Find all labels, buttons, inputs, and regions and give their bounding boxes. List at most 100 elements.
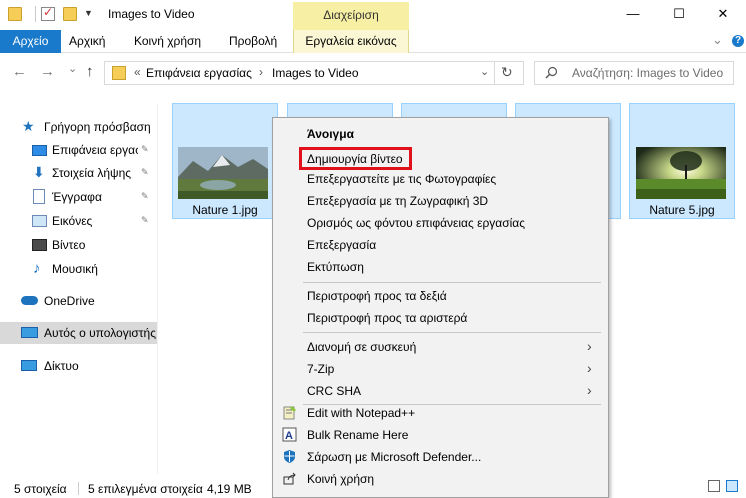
- defender-icon: [282, 449, 297, 464]
- sidebar-item-network[interactable]: Δίκτυο: [0, 355, 157, 377]
- back-button[interactable]: ←: [12, 63, 27, 80]
- menu-item-edit[interactable]: Επεξεργασία: [273, 234, 608, 256]
- menu-item-bulk-rename[interactable]: A Bulk Rename Here: [273, 424, 608, 446]
- search-input[interactable]: Αναζήτηση: Images to Video: [534, 61, 734, 85]
- file-name: Nature 1.jpg: [192, 203, 258, 217]
- sidebar-item-label: Δίκτυο: [44, 359, 79, 373]
- file-name: Nature 5.jpg: [649, 203, 715, 217]
- menu-item-label: Επεξεργαστείτε με τις Φωτογραφίες: [307, 172, 497, 186]
- large-icons-view-icon[interactable]: [726, 480, 738, 492]
- sidebar-item-label: Εικόνες: [52, 214, 93, 228]
- pin-icon[interactable]: ✎: [141, 144, 149, 155]
- breadcrumb-overflow[interactable]: «: [134, 65, 141, 79]
- thumbnail-image: [178, 147, 268, 199]
- file-item-nature-5[interactable]: Nature 5.jpg: [629, 103, 735, 219]
- up-button[interactable]: ↑: [86, 63, 94, 80]
- sidebar-item-label: Έγγραφα: [52, 190, 102, 204]
- menu-item-notepadpp[interactable]: Edit with Notepad++: [273, 402, 608, 424]
- tab-view[interactable]: Προβολή: [221, 30, 285, 53]
- forward-button[interactable]: →: [40, 63, 55, 80]
- menu-item-label: Άνοιγμα: [307, 127, 354, 141]
- menu-item-label: CRC SHA: [307, 384, 362, 398]
- status-separator: [78, 482, 79, 495]
- sidebar-item-desktop[interactable]: Επιφάνεια εργασ ✎: [0, 139, 157, 161]
- sidebar-item-documents[interactable]: Έγγραφα ✎: [0, 186, 157, 208]
- documents-icon: [33, 189, 45, 204]
- tab-manage[interactable]: Διαχείριση: [293, 2, 409, 31]
- address-dropdown-icon[interactable]: ⌄: [480, 65, 489, 78]
- cloud-icon: [21, 296, 38, 305]
- pin-icon[interactable]: ✎: [141, 215, 149, 226]
- recent-locations-button[interactable]: ⌄: [68, 62, 77, 75]
- expand-ribbon-icon[interactable]: ⌄: [712, 32, 723, 48]
- menu-item-label: Σάρωση με Microsoft Defender...: [307, 450, 482, 464]
- svg-text:A: A: [285, 430, 293, 442]
- menu-item-crc-sha[interactable]: CRC SHA ›: [273, 380, 608, 402]
- chevron-right-icon: ›: [587, 338, 592, 354]
- music-icon: ♪: [33, 260, 41, 277]
- download-icon: ⬇: [33, 164, 45, 180]
- file-item-nature-1[interactable]: Nature 1.jpg: [172, 103, 278, 219]
- menu-item-label: Περιστροφή προς τα δεξιά: [307, 289, 447, 303]
- menu-item-cast-to-device[interactable]: Διανομή σε συσκευή ›: [273, 336, 608, 358]
- menu-item-label: Επεξεργασία με τη Ζωγραφική 3D: [307, 194, 489, 208]
- close-button[interactable]: ✕: [700, 0, 746, 30]
- sidebar-item-this-pc[interactable]: Αυτός ο υπολογιστής: [0, 322, 157, 344]
- window-title: Images to Video: [108, 7, 195, 21]
- menu-item-label: Εκτύπωση: [307, 260, 364, 274]
- details-view-icon[interactable]: [708, 480, 720, 492]
- sidebar-item-music[interactable]: ♪ Μουσική: [0, 258, 157, 280]
- new-folder-icon[interactable]: [63, 7, 77, 21]
- search-placeholder: Αναζήτηση: Images to Video: [572, 66, 724, 80]
- tab-picture-tools[interactable]: Εργαλεία εικόνας: [293, 30, 409, 53]
- menu-item-set-wallpaper[interactable]: Ορισμός ως φόντου επιφάνειας εργασίας: [273, 212, 608, 234]
- status-item-count: 5 στοιχεία: [14, 482, 67, 496]
- status-selection: 5 επιλεγμένα στοιχεία: [88, 482, 203, 496]
- menu-separator: [303, 282, 601, 283]
- chevron-right-icon: ›: [587, 360, 592, 376]
- pin-icon[interactable]: ✎: [141, 167, 149, 178]
- ribbon-tabs: Αρχείο Αρχική Κοινή χρήση Προβολή Εργαλε…: [0, 30, 746, 53]
- menu-item-label: Διανομή σε συσκευή: [307, 340, 417, 354]
- quick-access-dropdown-icon[interactable]: ▼: [84, 8, 93, 18]
- separator: [35, 6, 36, 22]
- sidebar-item-pictures[interactable]: Εικόνες ✎: [0, 210, 157, 232]
- menu-item-7zip[interactable]: 7-Zip ›: [273, 358, 608, 380]
- sidebar-item-quick-access[interactable]: ★ Γρήγορη πρόσβαση: [0, 116, 157, 138]
- maximize-button[interactable]: ☐: [656, 0, 702, 30]
- menu-item-label: Περιστροφή προς τα αριστερά: [307, 311, 468, 325]
- breadcrumb-desktop[interactable]: Επιφάνεια εργασίας: [146, 66, 252, 80]
- menu-item-rotate-right[interactable]: Περιστροφή προς τα δεξιά: [273, 285, 608, 307]
- status-size: 4,19 MB: [207, 482, 252, 496]
- highlight-box: [299, 147, 412, 170]
- pictures-icon: [32, 215, 47, 227]
- sidebar-item-downloads[interactable]: ⬇ Στοιχεία λήψης ✎: [0, 162, 157, 184]
- title-bar: ▼ Images to Video Διαχείριση — ☐ ✕: [0, 0, 746, 31]
- menu-item-edit-photos[interactable]: Επεξεργαστείτε με τις Φωτογραφίες: [273, 168, 608, 190]
- help-icon[interactable]: ?: [732, 35, 744, 47]
- refresh-icon[interactable]: ↻: [501, 64, 513, 81]
- menu-item-defender-scan[interactable]: Σάρωση με Microsoft Defender...: [273, 446, 608, 468]
- address-bar[interactable]: « Επιφάνεια εργασίας › Images to Video ⌄…: [104, 61, 524, 85]
- tab-file[interactable]: Αρχείο: [0, 30, 61, 53]
- menu-item-label: Edit with Notepad++: [307, 406, 416, 420]
- context-menu: Άνοιγμα Δημιουργία βίντεο Επεξεργαστείτε…: [272, 117, 609, 498]
- pin-icon[interactable]: ✎: [141, 191, 149, 202]
- sidebar-item-onedrive[interactable]: OneDrive: [0, 290, 157, 312]
- menu-item-open[interactable]: Άνοιγμα: [273, 123, 608, 145]
- menu-item-label: 7-Zip: [307, 362, 335, 376]
- computer-icon: [21, 327, 38, 338]
- thumbnail-image: [636, 147, 726, 199]
- minimize-button[interactable]: —: [610, 0, 656, 30]
- properties-icon[interactable]: [41, 5, 55, 21]
- breadcrumb-current[interactable]: Images to Video: [272, 66, 359, 80]
- breadcrumb-separator[interactable]: ›: [259, 65, 263, 79]
- sidebar-item-videos[interactable]: Βίντεο: [0, 234, 157, 256]
- menu-item-edit-paint3d[interactable]: Επεξεργασία με τη Ζωγραφική 3D: [273, 190, 608, 212]
- menu-item-rotate-left[interactable]: Περιστροφή προς τα αριστερά: [273, 307, 608, 329]
- tab-share[interactable]: Κοινή χρήση: [126, 30, 209, 53]
- notepadpp-icon: [282, 405, 297, 420]
- tab-home[interactable]: Αρχική: [61, 30, 113, 53]
- star-icon: ★: [22, 118, 35, 134]
- menu-item-print[interactable]: Εκτύπωση: [273, 256, 608, 278]
